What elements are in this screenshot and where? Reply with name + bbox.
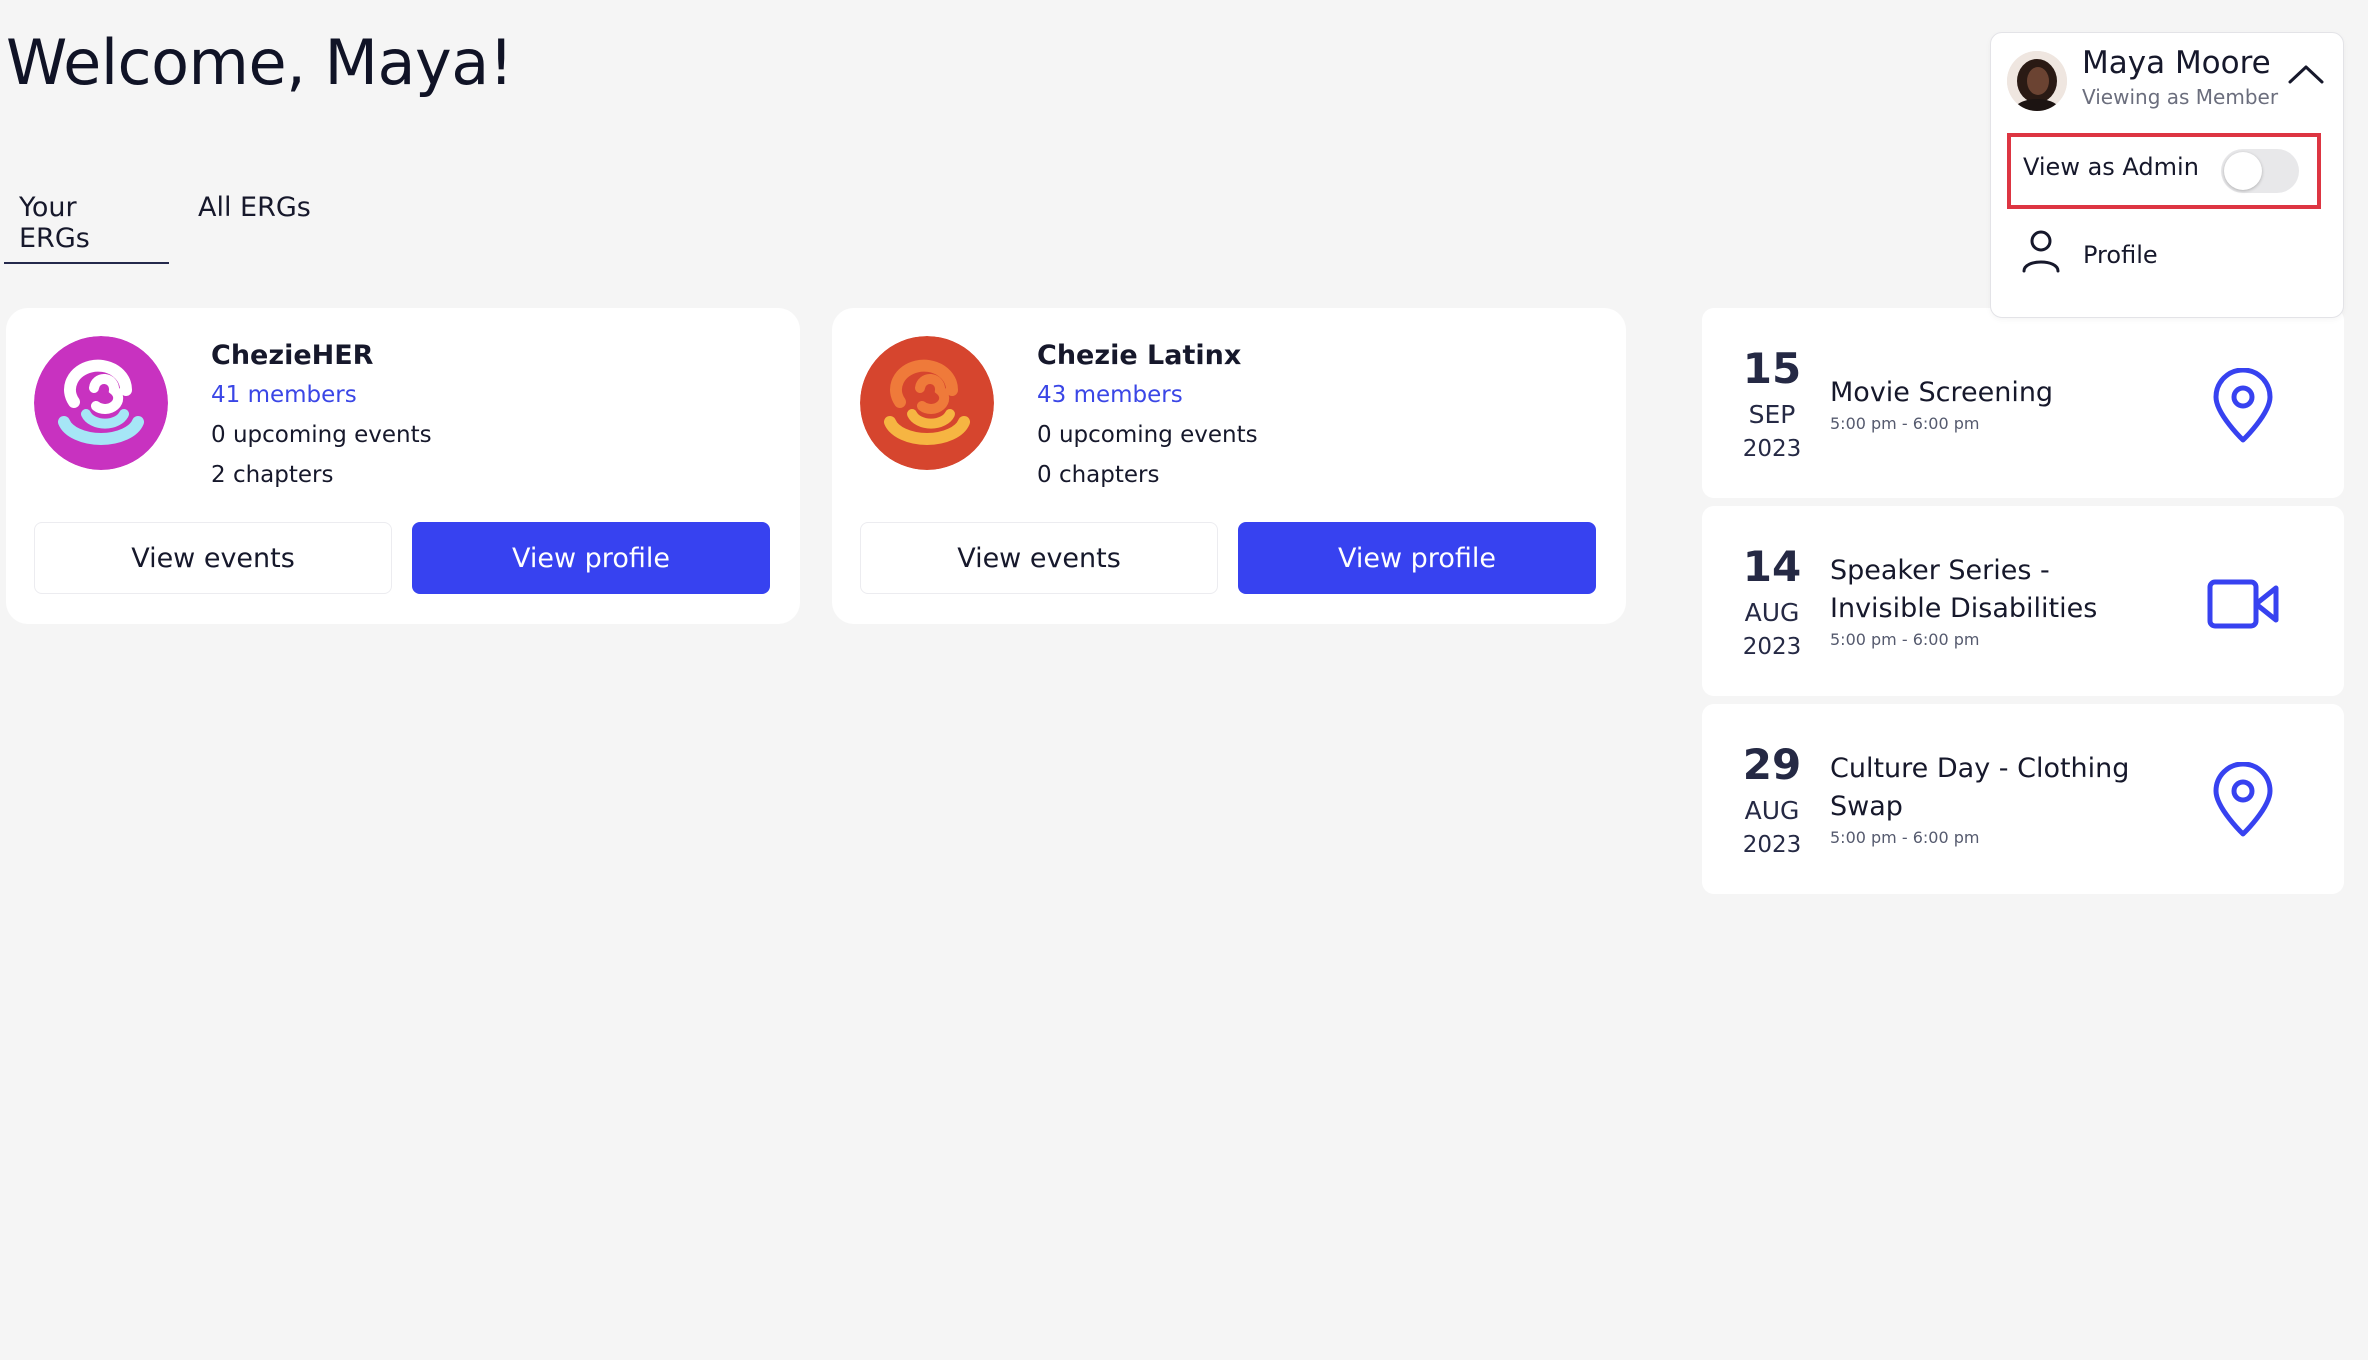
- user-name: Maya Moore: [2082, 45, 2271, 81]
- erg-card-chezieher: ChezieHER 41 members 0 upcoming events 2…: [6, 308, 800, 624]
- chezie-latinx-logo: [860, 336, 994, 470]
- view-profile-button[interactable]: View profile: [412, 522, 770, 594]
- erg-upcoming-events: 0 upcoming events: [1037, 422, 1258, 448]
- event-card-speaker-series[interactable]: 14 AUG 2023 Speaker Series - Invisible D…: [1702, 506, 2344, 696]
- event-day: 29: [1742, 740, 1802, 789]
- event-year: 2023: [1742, 832, 1802, 858]
- user-role: Viewing as Member: [2082, 85, 2279, 109]
- view-events-button[interactable]: View events: [860, 522, 1218, 594]
- erg-name: Chezie Latinx: [1037, 340, 1242, 371]
- erg-chapters: 2 chapters: [211, 462, 334, 488]
- event-month: SEP: [1748, 400, 1796, 429]
- event-title: Speaker Series - Invisible Disabilities: [1830, 555, 2098, 624]
- tab-all-ergs[interactable]: All ERGs: [183, 180, 326, 264]
- location-pin-icon[interactable]: [2210, 762, 2276, 838]
- toggle-knob: [2224, 152, 2262, 190]
- location-pin-icon[interactable]: [2210, 368, 2276, 444]
- event-card-culture-day[interactable]: 29 AUG 2023 Culture Day - Clothing Swap …: [1702, 704, 2344, 894]
- event-card-movie-screening[interactable]: 15 SEP 2023 Movie Screening 5:00 pm - 6:…: [1702, 308, 2344, 498]
- profile-menu-item[interactable]: Profile: [2021, 229, 2321, 285]
- event-time: 5:00 pm - 6:00 pm: [1830, 414, 1980, 433]
- event-month: AUG: [1744, 796, 1800, 825]
- erg-card-chezie-latinx: Chezie Latinx 43 members 0 upcoming even…: [832, 308, 1626, 624]
- event-title: Movie Screening: [1830, 377, 2054, 408]
- view-profile-button[interactable]: View profile: [1238, 522, 1596, 594]
- event-year: 2023: [1742, 634, 1802, 660]
- tab-your-ergs[interactable]: Your ERGs: [4, 180, 169, 264]
- view-events-button[interactable]: View events: [34, 522, 392, 594]
- erg-members-link[interactable]: 41 members: [211, 382, 357, 408]
- event-year: 2023: [1742, 436, 1802, 462]
- video-camera-icon[interactable]: [2206, 576, 2280, 632]
- event-day: 15: [1742, 344, 1802, 393]
- view-as-admin-toggle[interactable]: [2221, 149, 2299, 193]
- avatar: [2007, 51, 2067, 111]
- erg-upcoming-events: 0 upcoming events: [211, 422, 432, 448]
- erg-members-link[interactable]: 43 members: [1037, 382, 1183, 408]
- profile-label: Profile: [2083, 241, 2158, 269]
- user-menu-dropdown: Maya Moore Viewing as Member View as Adm…: [1990, 32, 2344, 318]
- view-as-admin-row: View as Admin: [2007, 133, 2321, 209]
- event-day: 14: [1742, 542, 1802, 591]
- erg-chapters: 0 chapters: [1037, 462, 1160, 488]
- event-month: AUG: [1744, 598, 1800, 627]
- page-title: Welcome, Maya!: [6, 26, 514, 99]
- erg-name: ChezieHER: [211, 340, 374, 371]
- event-title: Culture Day - Clothing Swap: [1830, 753, 2130, 822]
- event-time: 5:00 pm - 6:00 pm: [1830, 828, 1980, 847]
- user-icon: [2022, 230, 2060, 273]
- view-as-admin-label: View as Admin: [2023, 153, 2199, 181]
- event-time: 5:00 pm - 6:00 pm: [1830, 630, 1980, 649]
- chevron-up-icon[interactable]: [2287, 63, 2325, 85]
- chezieher-logo: [34, 336, 168, 470]
- erg-tabs: Your ERGs All ERGs: [4, 180, 326, 264]
